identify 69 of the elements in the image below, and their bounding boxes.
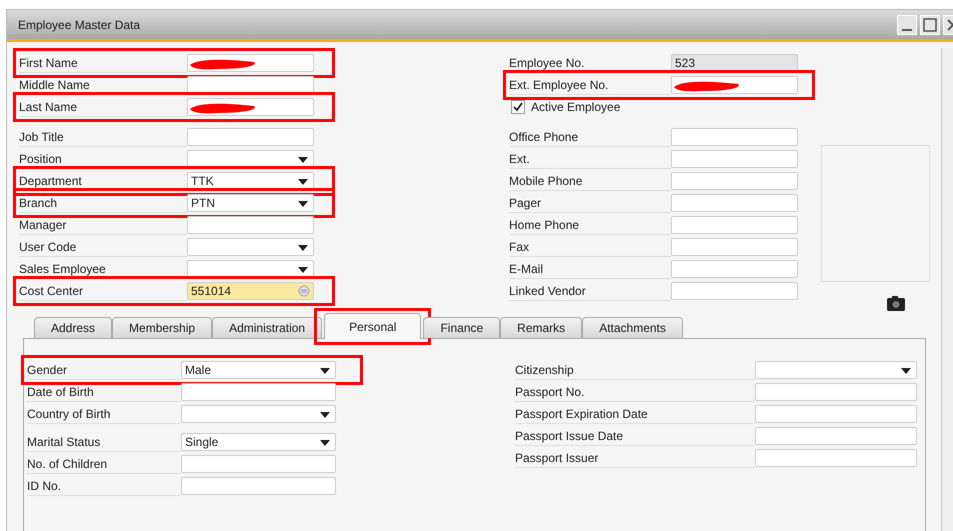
input-field[interactable] xyxy=(671,282,798,300)
scrollbar[interactable] xyxy=(941,48,953,531)
field-label: User Code xyxy=(19,238,187,256)
field-label: Mobile Phone xyxy=(509,172,671,190)
input-field[interactable] xyxy=(755,383,917,401)
tab[interactable]: Remarks xyxy=(500,317,582,338)
field-label: Gender xyxy=(27,360,181,380)
dropdown-field[interactable]: PTN xyxy=(187,194,314,212)
field-label: Passport Expiration Date xyxy=(515,404,755,424)
dropdown-field[interactable]: Male xyxy=(181,361,336,379)
minimize-icon[interactable] xyxy=(897,14,917,34)
dropdown-field[interactable] xyxy=(755,361,917,379)
field-label: Last Name xyxy=(19,98,187,116)
field-label: Pager xyxy=(509,194,671,212)
checkbox-label: Active Employee xyxy=(531,99,620,116)
input-field[interactable]: 551014 xyxy=(187,282,314,300)
maximize-icon[interactable] xyxy=(920,14,940,34)
field-label: ID No. xyxy=(27,476,181,496)
input-field[interactable] xyxy=(187,98,314,116)
field-label: E-Mail xyxy=(509,260,671,278)
field-label: Marital Status xyxy=(27,432,181,452)
field-label: Passport No. xyxy=(515,382,755,402)
input-field[interactable] xyxy=(671,128,798,146)
field-label: No. of Children xyxy=(27,454,181,474)
field-label: Fax xyxy=(509,238,671,256)
field-label: Linked Vendor xyxy=(509,282,671,300)
input-field[interactable] xyxy=(671,172,798,190)
tab[interactable]: Membership xyxy=(112,317,212,338)
dropdown-field[interactable]: Single xyxy=(181,433,336,451)
field-label: Passport Issue Date xyxy=(515,426,755,446)
input-field[interactable] xyxy=(755,405,917,423)
tab[interactable]: Address xyxy=(34,317,112,338)
field-label: Passport Issuer xyxy=(515,448,755,468)
input-field[interactable] xyxy=(181,383,336,401)
lookup-icon[interactable] xyxy=(298,285,310,297)
tab[interactable]: Attachments xyxy=(582,317,683,338)
field-label: Branch xyxy=(19,194,187,212)
field-label: First Name xyxy=(19,54,187,72)
input-field[interactable] xyxy=(671,194,798,212)
input-field[interactable] xyxy=(671,76,798,94)
input-field[interactable] xyxy=(671,216,798,234)
dropdown-field[interactable] xyxy=(181,405,336,423)
tab[interactable]: Personal xyxy=(324,313,422,339)
tab[interactable]: Administration xyxy=(212,317,322,338)
input-field[interactable] xyxy=(755,449,917,467)
camera-icon[interactable] xyxy=(886,295,906,312)
field-label: Ext. Employee No. xyxy=(509,76,671,94)
tab[interactable]: Finance xyxy=(423,317,500,338)
input-field[interactable] xyxy=(671,150,798,168)
field-label: Citizenship xyxy=(515,360,755,380)
field-label: Date of Birth xyxy=(27,382,181,402)
input-field[interactable] xyxy=(187,128,314,146)
dropdown-field[interactable] xyxy=(187,238,314,256)
input-field[interactable] xyxy=(671,238,798,256)
field-label: Job Title xyxy=(19,128,187,146)
field-label: Manager xyxy=(19,216,187,234)
input-field[interactable] xyxy=(671,260,798,278)
field-label: Country of Birth xyxy=(27,404,181,424)
field-label: Home Phone xyxy=(509,216,671,234)
input-field[interactable] xyxy=(187,216,314,234)
field-label: Office Phone xyxy=(509,128,671,146)
input-field[interactable] xyxy=(187,54,314,72)
window-title: Employee Master Data xyxy=(17,18,140,32)
input-field[interactable] xyxy=(755,427,917,445)
input-field[interactable] xyxy=(181,477,336,495)
checkbox[interactable] xyxy=(511,100,525,114)
field-label: Ext. xyxy=(509,150,671,168)
input-field[interactable] xyxy=(181,455,336,473)
field-label: Cost Center xyxy=(19,282,187,300)
